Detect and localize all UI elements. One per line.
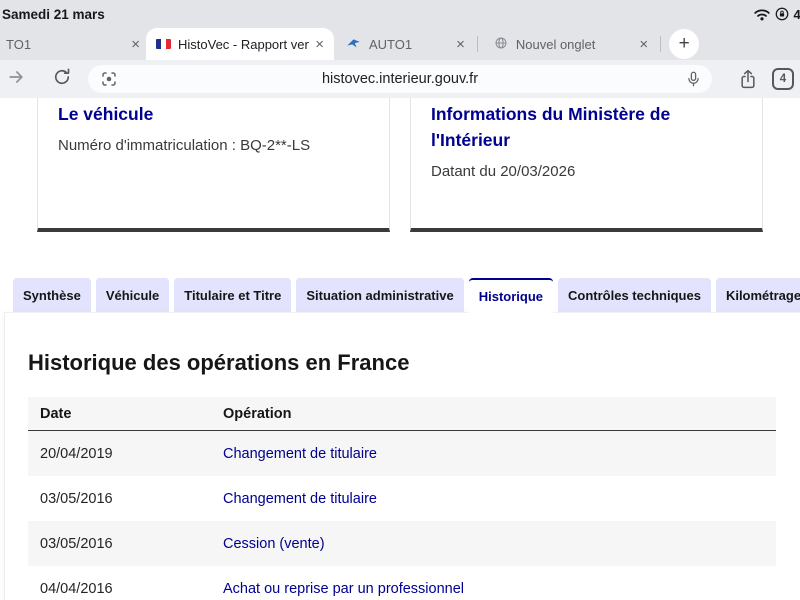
browser-tab-histovec[interactable]: HistoVec - Rapport vend × [146,28,334,60]
browser-tab-strip: TO1 × HistoVec - Rapport vend × AUTO1 × … [0,28,800,60]
status-icons: 45 [753,6,800,22]
ministry-info-card: Informations du Ministère de l'Intérieur… [410,98,763,232]
french-flag-favicon-icon [156,39,171,49]
address-bar[interactable]: histovec.interieur.gouv.fr [88,65,712,93]
browser-tab-title: HistoVec - Rapport vend [178,36,310,52]
browser-tab-title: Nouvel onglet [515,36,596,52]
reload-icon[interactable] [52,67,72,92]
browser-tab-partial[interactable]: TO1 × [0,28,146,60]
browser-tab-title: AUTO1 [369,36,413,52]
operations-table: Date Opération 20/04/2019 Changement de … [28,397,776,600]
battery-percent: 45 [793,6,800,22]
tab-situation-administrative[interactable]: Situation administrative [296,278,464,312]
status-date: Samedi 21 mars [2,6,105,22]
card-text: Numéro d'immatriculation : BQ-2**-LS [58,137,311,154]
tab-titulaire-et-titre[interactable]: Titulaire et Titre [174,278,292,312]
auto1-favicon-icon [346,36,361,52]
microphone-icon[interactable] [685,70,702,93]
forward-icon[interactable] [6,67,26,92]
row-date: 04/04/2016 [40,580,113,597]
row-operation-link[interactable]: Changement de titulaire [223,491,776,507]
card-text: Datant du 20/03/2026 [431,163,576,180]
browser-tab-title: TO1 [6,36,32,52]
tab-historique[interactable]: Historique [468,278,554,312]
row-date: 03/05/2016 [40,535,113,552]
url-text[interactable]: histovec.interieur.gouv.fr [88,71,712,87]
card-title: Informations du Ministère de l'Intérieur [431,104,671,150]
tab-synthese[interactable]: Synthèse [13,278,91,312]
historique-panel: Historique des opérations en France Date… [4,312,800,600]
browser-tab-new[interactable]: Nouvel onglet × [482,28,656,60]
column-header-operation: Opération [223,405,292,422]
column-header-date: Date [40,405,72,422]
wifi-icon [753,8,770,21]
vehicle-card: Le véhicule Numéro d'immatriculation : B… [37,98,390,232]
row-date: 03/05/2016 [40,490,113,507]
tab-count-button[interactable]: 4 [772,68,794,90]
row-date: 20/04/2019 [40,445,113,462]
report-tab-list: Synthèse Véhicule Titulaire et Titre Sit… [13,278,800,312]
close-tab-icon[interactable]: × [125,36,146,53]
table-row: 03/05/2016 Cession (vente) [28,521,776,566]
screen: Samedi 21 mars 45 TO1 × HistoVec - Rappo… [0,0,800,600]
web-content: Le véhicule Numéro d'immatriculation : B… [0,98,800,600]
close-tab-icon[interactable]: × [633,36,654,53]
share-icon[interactable] [738,68,758,95]
row-operation-link[interactable]: Changement de titulaire [223,446,776,462]
table-row: 04/04/2016 Achat ou reprise par un profe… [28,566,776,600]
tab-separator [660,36,662,52]
globe-favicon-icon [494,36,508,53]
close-tab-icon[interactable]: × [450,36,471,53]
tab-separator [476,36,478,52]
browser-tab-auto1[interactable]: AUTO1 × [334,28,473,60]
table-row: 03/05/2016 Changement de titulaire [28,476,776,521]
section-heading: Historique des opérations en France [28,350,410,375]
tab-kilometrage[interactable]: Kilométrage [715,278,800,312]
tab-controles-techniques[interactable]: Contrôles techniques [558,278,711,312]
rotation-lock-icon [775,7,789,21]
table-row: 20/04/2019 Changement de titulaire [28,431,776,476]
row-operation-link[interactable]: Achat ou reprise par un professionnel [223,581,776,597]
card-title: Le véhicule [58,104,154,124]
browser-toolbar: histovec.interieur.gouv.fr 4 [0,60,800,98]
tab-vehicule[interactable]: Véhicule [95,278,170,312]
status-bar: Samedi 21 mars 45 [0,0,800,28]
new-tab-button[interactable]: + [669,29,700,59]
table-header-row: Date Opération [28,397,776,431]
close-tab-icon[interactable]: × [309,36,330,53]
row-operation-link[interactable]: Cession (vente) [223,536,776,552]
